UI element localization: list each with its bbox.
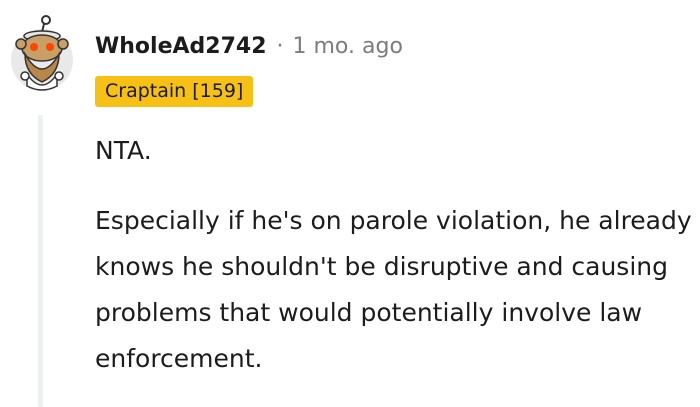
meta-separator: ·	[276, 33, 284, 59]
comment-paragraph: Especially if he's on parole violation, …	[95, 206, 692, 373]
user-flair: Craptain [159]	[95, 76, 254, 107]
comment: WholeAd2742 · 1 mo. ago Craptain [159] N…	[0, 0, 700, 407]
snoo-avatar-icon	[11, 15, 73, 91]
comment-body: NTA. Especially if he's on parole violat…	[95, 128, 695, 382]
user-avatar[interactable]	[9, 14, 75, 98]
thread-line[interactable]	[38, 115, 43, 407]
timestamp[interactable]: 1 mo. ago	[293, 34, 403, 59]
username-link[interactable]: WholeAd2742	[95, 34, 267, 59]
comment-meta: WholeAd2742 · 1 mo. ago	[95, 30, 403, 62]
comment-paragraph: NTA.	[95, 136, 152, 165]
